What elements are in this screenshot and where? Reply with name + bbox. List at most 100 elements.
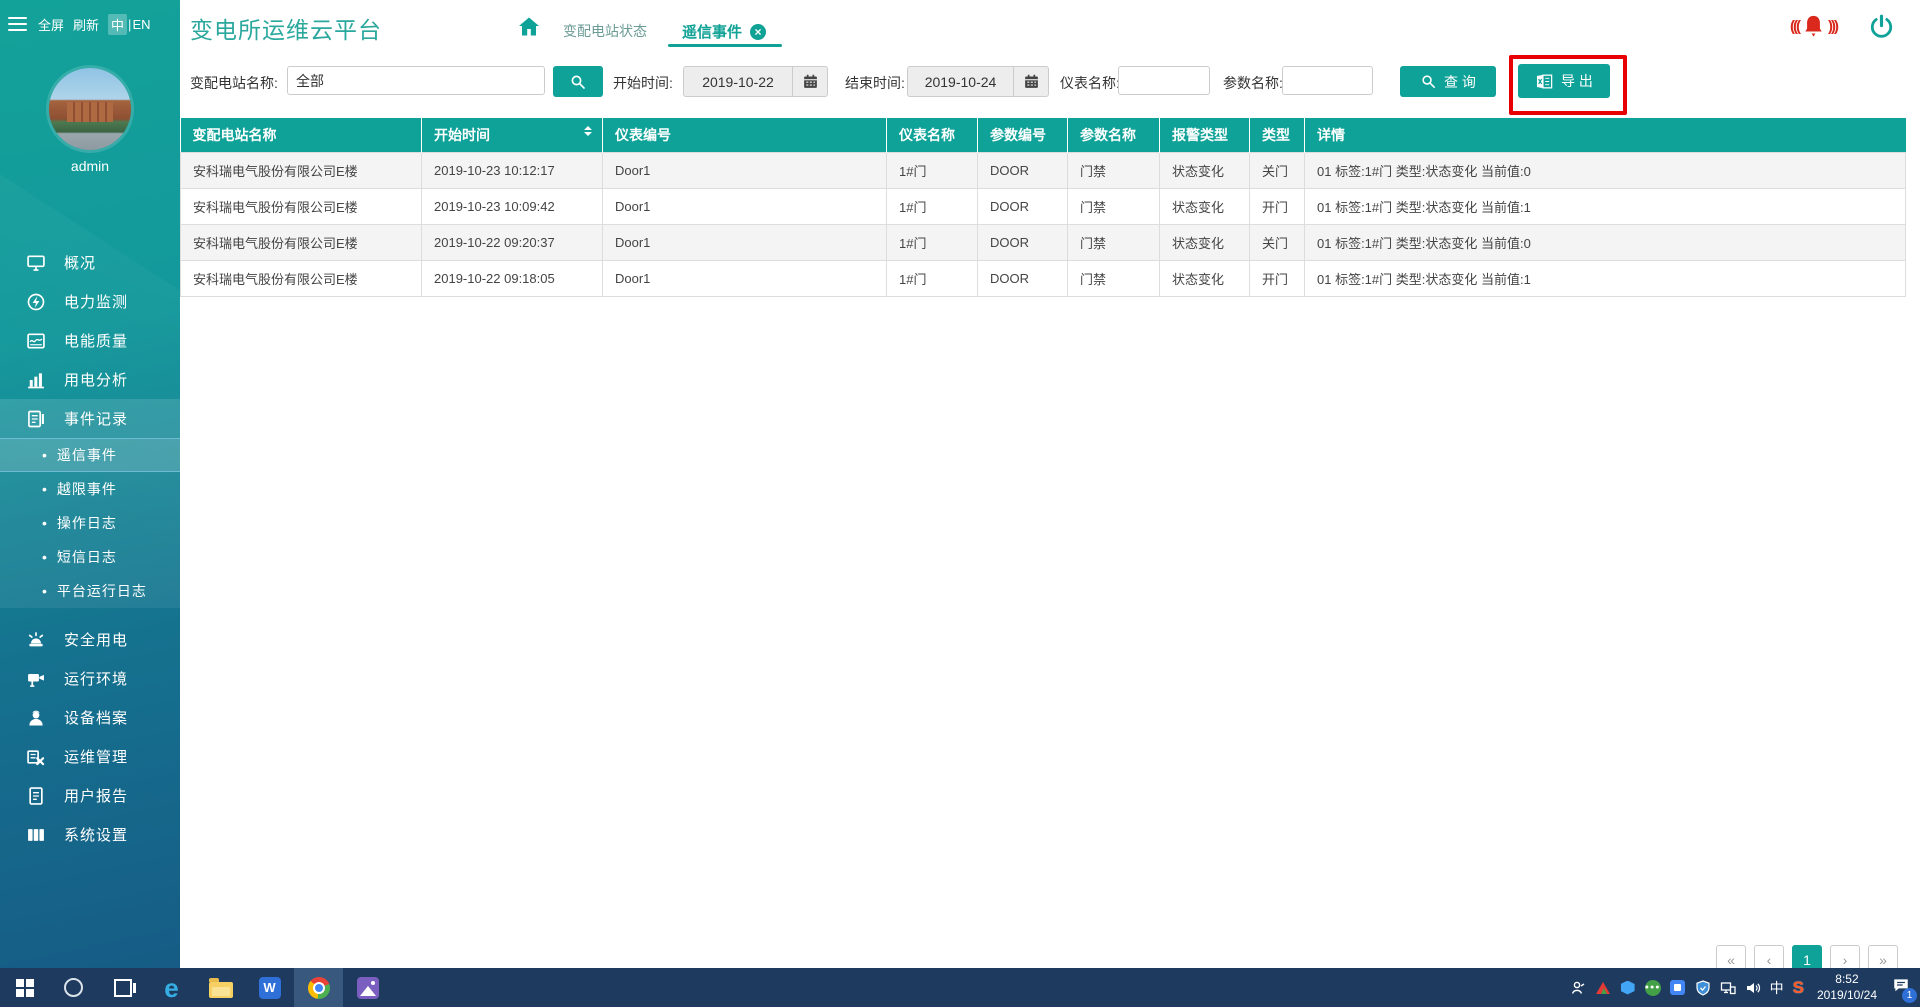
fullscreen-button[interactable]: 全屏 <box>38 15 64 34</box>
task-view-icon[interactable] <box>98 968 147 1007</box>
bell-wave-left: ((( <box>1790 18 1799 35</box>
export-button[interactable]: 导 出 <box>1518 64 1610 98</box>
home-icon[interactable] <box>517 15 541 44</box>
sidebar-subitem-sms-logs[interactable]: •短信日志 <box>0 540 180 574</box>
logout-power-icon[interactable] <box>1868 13 1895 40</box>
cell-station-name: 安科瑞电气股份有限公司E楼 <box>181 224 422 260</box>
sidebar-item-device-archives[interactable]: 设备档案 <box>0 698 180 737</box>
cell-param-name: 门禁 <box>1068 260 1160 296</box>
system-tray: ●●● 中 S 8:52 2019/10/24 1 <box>1570 968 1910 1007</box>
cell-meter-no: Door1 <box>603 188 887 224</box>
wps-icon[interactable]: W <box>245 968 294 1007</box>
col-header-label: 参数编号 <box>990 127 1046 143</box>
start-button[interactable] <box>0 968 49 1007</box>
query-button[interactable]: 查 询 <box>1400 66 1496 97</box>
end-date-picker[interactable]: 2019-10-24 <box>907 66 1049 97</box>
sidebar-subitem-limit-events[interactable]: • 越限事件 <box>0 472 180 506</box>
chat-app-tray-icon[interactable]: ●●● <box>1645 980 1661 996</box>
sogou-input-icon[interactable]: S <box>1793 978 1804 998</box>
bullet-icon: • <box>42 583 47 599</box>
network-tray-icon[interactable] <box>1720 980 1736 996</box>
col-header-station-name: 变配电站名称 <box>181 118 422 152</box>
blue-app-tray-icon[interactable] <box>1670 980 1686 996</box>
sidebar-item-power-monitor[interactable]: 电力监测 <box>0 282 180 321</box>
sidebar-item-usage-analysis[interactable]: 用电分析 <box>0 360 180 399</box>
edge-icon[interactable]: e <box>147 968 196 1007</box>
photos-icon[interactable] <box>343 968 392 1007</box>
sidebar-subitem-remote-signal-events[interactable]: •遥信事件 <box>0 438 180 472</box>
sidebar-subitem-label: 越限事件 <box>57 479 117 499</box>
param-name-label: 参数名称: <box>1223 73 1283 93</box>
volume-tray-icon[interactable] <box>1745 980 1761 996</box>
sidebar-item-maintenance-management[interactable]: 运维管理 <box>0 737 180 776</box>
param-name-input[interactable] <box>1282 66 1373 95</box>
sidebar-subitem-label: 短信日志 <box>57 547 117 567</box>
start-time-label: 开始时间: <box>613 73 673 93</box>
sidebar-item-label: 运行环境 <box>64 668 128 689</box>
cell-meter-no: Door1 <box>603 260 887 296</box>
station-filter-input[interactable] <box>287 66 545 95</box>
event-records-icon <box>26 409 46 429</box>
remote-user-tray-icon[interactable] <box>1570 980 1586 996</box>
sidebar-item-label: 用户报告 <box>64 785 128 806</box>
sidebar-item-overview[interactable]: 概况 <box>0 243 180 282</box>
sidebar-item-label: 电能质量 <box>64 330 128 351</box>
sidebar-item-power-quality[interactable]: 电能质量 <box>0 321 180 360</box>
meter-name-input[interactable] <box>1118 66 1210 95</box>
col-header-label: 开始时间 <box>434 127 490 143</box>
station-search-button[interactable] <box>553 66 603 97</box>
sidebar-item-label: 系统设置 <box>64 824 128 845</box>
ime-indicator[interactable]: 中 <box>1770 978 1784 998</box>
active-tab-underline <box>668 44 782 47</box>
sidebar-item-user-reports[interactable]: 用户报告 <box>0 776 180 815</box>
hamburger-menu-icon[interactable] <box>8 13 27 35</box>
cell-alarm-type: 状态变化 <box>1160 224 1250 260</box>
calendar-icon[interactable] <box>792 67 827 96</box>
tab-station-status[interactable]: 变配电站状态 <box>563 21 647 41</box>
col-header-param-name: 参数名称 <box>1068 118 1160 152</box>
sidebar-item-system-settings[interactable]: 系统设置 <box>0 815 180 854</box>
clock-date: 2019/10/24 <box>1817 988 1877 1002</box>
col-header-start-time[interactable]: 开始时间 <box>422 118 603 152</box>
action-center-icon[interactable]: 1 <box>1892 976 1910 999</box>
start-date-picker[interactable]: 2019-10-22 <box>683 66 828 97</box>
cube-app-tray-icon[interactable] <box>1620 980 1636 996</box>
col-header-type: 类型 <box>1250 118 1305 152</box>
col-header-detail: 详情 <box>1305 118 1906 152</box>
taskbar-clock[interactable]: 8:52 2019/10/24 <box>1817 972 1877 1003</box>
sidebar-item-label: 电力监测 <box>64 291 128 312</box>
clock-time: 8:52 <box>1835 972 1858 986</box>
col-header-label: 报警类型 <box>1172 127 1228 143</box>
lang-zh-toggle[interactable]: 中 <box>108 14 127 35</box>
shield-security-tray-icon[interactable] <box>1695 980 1711 996</box>
sort-icon[interactable] <box>584 126 592 136</box>
sidebar-subitem-platform-run-logs[interactable]: •平台运行日志 <box>0 574 180 608</box>
start-date-value: 2019-10-22 <box>684 74 792 90</box>
refresh-button[interactable]: 刷新 <box>73 15 99 34</box>
maintenance-management-icon <box>26 747 46 767</box>
sidebar-item-operating-environment[interactable]: 运行环境 <box>0 659 180 698</box>
chrome-icon[interactable] <box>294 968 343 1007</box>
col-header-label: 参数名称 <box>1080 127 1136 143</box>
col-header-label: 仪表名称 <box>899 127 955 143</box>
bullet-icon: • <box>42 481 47 497</box>
tab-remote-signal-events[interactable]: 遥信事件 × <box>682 21 766 42</box>
cell-detail: 01 标签:1#门 类型:状态变化 当前值:1 <box>1305 260 1906 296</box>
file-explorer-icon[interactable] <box>196 968 245 1007</box>
overview-icon <box>26 253 46 273</box>
sidebar-item-safety-power[interactable]: 安全用电 <box>0 620 180 659</box>
sidebar-subitem-operation-logs[interactable]: •操作日志 <box>0 506 180 540</box>
lang-en-toggle[interactable]: EN <box>132 17 150 32</box>
alarm-bell-icon[interactable]: ((( ))) <box>1790 13 1837 40</box>
end-date-value: 2019-10-24 <box>908 74 1013 90</box>
cell-meter-name: 1#门 <box>887 152 978 188</box>
sidebar-item-event-records[interactable]: 事件记录 <box>0 399 180 438</box>
calendar-icon[interactable] <box>1013 67 1048 96</box>
cell-param-no: DOOR <box>978 260 1068 296</box>
sidebar-menu: 概况电力监测电能质量用电分析事件记录•遥信事件•越限事件•操作日志•短信日志•平… <box>0 243 180 854</box>
triangle-app-tray-icon[interactable] <box>1595 980 1611 996</box>
table-row: 安科瑞电气股份有限公司E楼2019-10-23 10:09:42Door11#门… <box>181 188 1906 224</box>
cortana-icon[interactable] <box>49 968 98 1007</box>
cell-param-name: 门禁 <box>1068 224 1160 260</box>
tab-close-icon[interactable]: × <box>750 24 766 40</box>
